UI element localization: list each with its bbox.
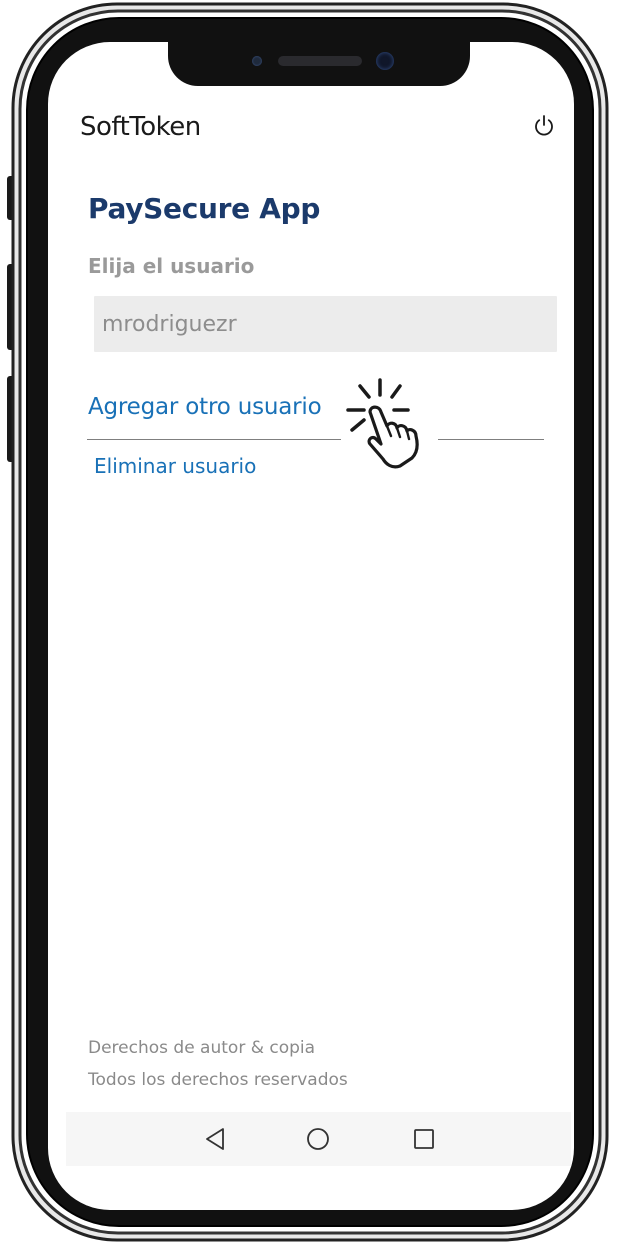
power-icon[interactable] xyxy=(532,114,556,138)
phone-screen: SoftToken PaySecure App Elija el usuario… xyxy=(48,42,574,1210)
tap-hand-icon xyxy=(346,378,419,469)
system-navigation-bar xyxy=(66,1112,571,1166)
rights-reserved-line: Todos los derechos reservados xyxy=(88,1070,348,1090)
choose-user-label: Elija el usuario xyxy=(88,254,255,278)
app-brand-name: PaySecure App xyxy=(88,192,321,225)
front-camera xyxy=(376,52,394,70)
user-selector[interactable]: mrodriguezr xyxy=(94,296,557,352)
selected-user-value: mrodriguezr xyxy=(102,311,237,337)
phone-notch xyxy=(168,42,470,86)
add-user-link[interactable]: Agregar otro usuario xyxy=(88,394,322,420)
divider-line xyxy=(438,439,544,440)
home-circle-icon[interactable] xyxy=(302,1123,334,1155)
earpiece-speaker xyxy=(278,56,362,66)
front-sensor xyxy=(252,56,262,66)
copyright-line: Derechos de autor & copia xyxy=(88,1038,316,1058)
back-triangle-icon[interactable] xyxy=(199,1123,231,1155)
recents-square-icon[interactable] xyxy=(408,1123,440,1155)
app-header-title: SoftToken xyxy=(80,112,201,142)
divider-line xyxy=(87,439,341,440)
phone-mockup: SoftToken PaySecure App Elija el usuario… xyxy=(0,0,618,1244)
remove-user-link[interactable]: Eliminar usuario xyxy=(94,454,256,478)
